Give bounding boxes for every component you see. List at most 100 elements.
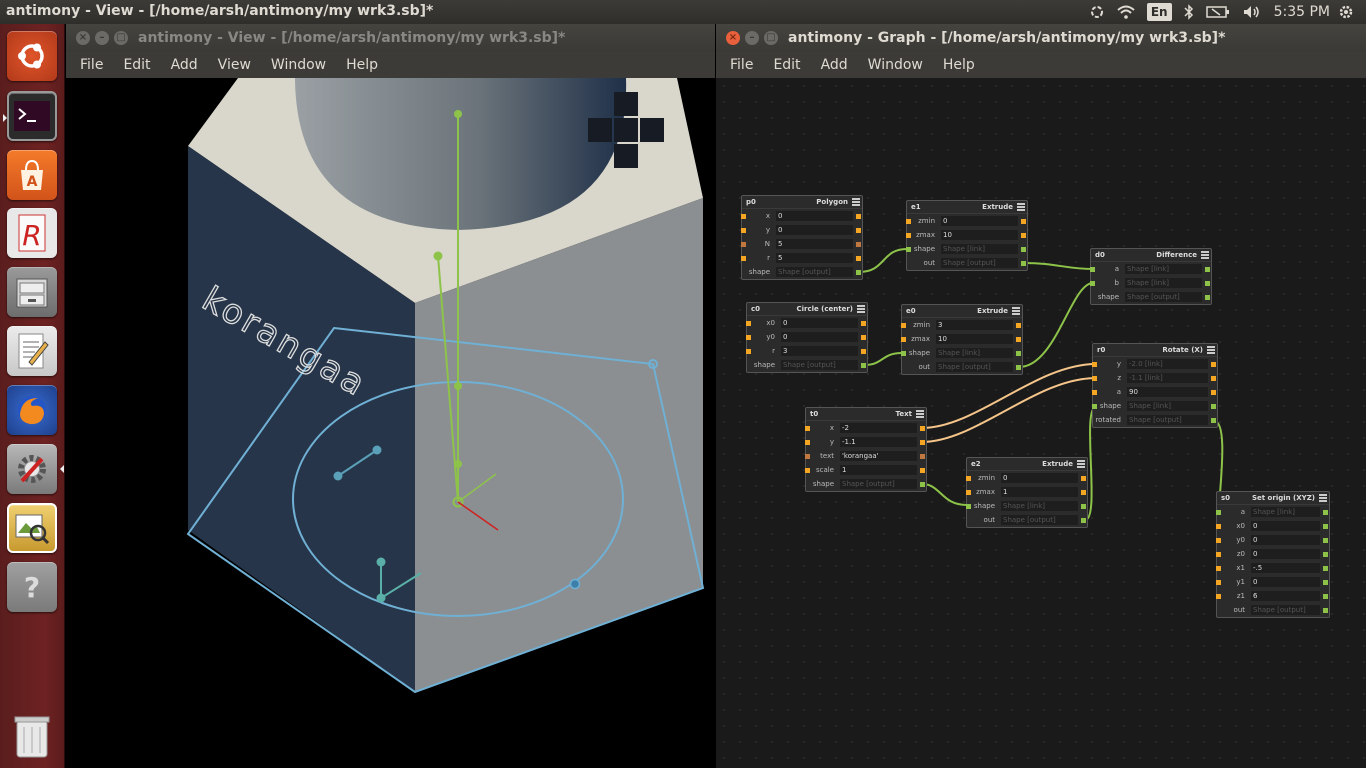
node-header[interactable]: e0 Extrude [902, 305, 1022, 318]
output-port[interactable] [1211, 418, 1216, 423]
circle-edge-handle[interactable] [569, 578, 581, 590]
param-value-field[interactable]: Shape [link] [1125, 278, 1202, 288]
param-value-field[interactable]: Shape [output] [1125, 292, 1202, 302]
maximize-button[interactable]: □ [114, 31, 128, 45]
output-port[interactable] [1211, 362, 1216, 367]
rstudio-launcher[interactable]: R [7, 208, 57, 258]
sync-icon[interactable] [1089, 4, 1105, 20]
text-rotation-handle[interactable] [372, 445, 382, 455]
node-s0-set-origin[interactable]: s0 Set origin (XYZ) a Shape [link] x0 0 y0 0… [1216, 491, 1330, 618]
node-header[interactable]: t0 Text [806, 408, 926, 421]
output-port[interactable] [1323, 566, 1328, 571]
minimize-button[interactable]: – [745, 31, 759, 45]
output-port[interactable] [1016, 323, 1021, 328]
power-gear-icon[interactable] [1338, 4, 1354, 20]
output-port[interactable] [1323, 538, 1328, 543]
node-d0-difference[interactable]: d0 Difference a Shape [link] b Shape [link]… [1090, 248, 1212, 305]
minimize-button[interactable]: – [95, 31, 109, 45]
menu-window[interactable]: Window [858, 57, 933, 73]
output-port[interactable] [1016, 365, 1021, 370]
node-header[interactable]: p0 Polygon [742, 196, 862, 209]
output-port[interactable] [1211, 390, 1216, 395]
menu-edit[interactable]: Edit [113, 57, 160, 73]
output-port[interactable] [861, 349, 866, 354]
output-port[interactable] [1016, 337, 1021, 342]
menu-file[interactable]: File [720, 57, 763, 73]
output-port[interactable] [856, 228, 861, 233]
node-header[interactable]: e1 Extrude [907, 201, 1027, 214]
output-port[interactable] [920, 440, 925, 445]
param-value-field[interactable]: Shape [output] [941, 258, 1018, 268]
node-menu-icon[interactable] [1207, 346, 1215, 354]
maximize-button[interactable]: □ [764, 31, 778, 45]
node-e1-extrude[interactable]: e1 Extrude zmin 0 zmax 10 shape Shape [link]… [906, 200, 1028, 271]
node-header[interactable]: d0 Difference [1091, 249, 1211, 262]
node-menu-icon[interactable] [1319, 494, 1327, 502]
close-button[interactable]: × [726, 31, 740, 45]
output-port[interactable] [1323, 580, 1328, 585]
param-value-field[interactable]: 0 [1251, 521, 1320, 531]
param-value-field[interactable]: 0 [1001, 473, 1078, 483]
node-e2-extrude[interactable]: e2 Extrude zmin 0 zmax 1 shape Shape [link] … [966, 457, 1088, 528]
node-menu-icon[interactable] [1077, 460, 1085, 468]
firefox-launcher[interactable] [7, 385, 57, 435]
output-port[interactable] [1211, 404, 1216, 409]
param-value-field[interactable]: 0 [776, 211, 853, 221]
output-port[interactable] [1021, 247, 1026, 252]
param-value-field[interactable]: 0 [941, 216, 1018, 226]
param-value-field[interactable]: 0 [781, 318, 858, 328]
output-port[interactable] [1205, 281, 1210, 286]
node-e0-extrude[interactable]: e0 Extrude zmin 3 zmax 10 shape Shape [link]… [901, 304, 1023, 375]
output-port[interactable] [1205, 267, 1210, 272]
origin-base-handle[interactable] [376, 593, 386, 603]
param-value-field[interactable]: Shape [output] [781, 360, 858, 370]
output-port[interactable] [856, 270, 861, 275]
terminal-launcher[interactable] [3, 91, 57, 141]
node-menu-icon[interactable] [857, 305, 865, 313]
zmin-handle-2[interactable] [454, 460, 462, 468]
help-launcher[interactable]: ? [7, 562, 57, 612]
output-port[interactable] [861, 321, 866, 326]
clock[interactable]: 5:35 PM [1274, 4, 1330, 20]
output-port[interactable] [861, 363, 866, 368]
param-value-field[interactable]: Shape [output] [840, 479, 917, 489]
output-port[interactable] [920, 482, 925, 487]
output-port[interactable] [1211, 376, 1216, 381]
param-value-field[interactable]: 0 [1251, 577, 1320, 587]
param-value-field[interactable]: -2 [840, 423, 917, 433]
output-port[interactable] [1323, 594, 1328, 599]
bluetooth-icon[interactable] [1184, 4, 1194, 20]
node-menu-icon[interactable] [1012, 307, 1020, 315]
output-port[interactable] [1016, 351, 1021, 356]
node-header[interactable]: s0 Set origin (XYZ) [1217, 492, 1329, 505]
param-value-field[interactable]: 1 [1001, 487, 1078, 497]
image-viewer-launcher[interactable] [7, 503, 57, 553]
menu-help[interactable]: Help [933, 57, 985, 73]
menu-edit[interactable]: Edit [763, 57, 810, 73]
node-menu-icon[interactable] [852, 198, 860, 206]
output-port[interactable] [1323, 510, 1328, 515]
param-value-field[interactable]: 3 [781, 346, 858, 356]
param-value-field[interactable]: -2.0 [link] [1127, 359, 1208, 369]
node-menu-icon[interactable] [916, 410, 924, 418]
node-c0-circle[interactable]: c0 Circle (center) x0 0 y0 0 r3 shape Shape … [746, 302, 868, 373]
output-port[interactable] [856, 242, 861, 247]
text-position-handle[interactable] [333, 471, 343, 481]
param-value-field[interactable]: -.5 [1251, 563, 1320, 573]
param-value-field[interactable]: -1.1 [840, 437, 917, 447]
view-titlebar[interactable]: × – □ antimony - View - [/home/arsh/anti… [66, 24, 715, 52]
output-port[interactable] [920, 454, 925, 459]
ubuntu-dash-button[interactable] [7, 31, 57, 81]
output-port[interactable] [1205, 295, 1210, 300]
text-editor-launcher[interactable] [7, 326, 57, 376]
param-value-field[interactable]: 10 [936, 334, 1013, 344]
param-value-field[interactable]: 6 [1251, 591, 1320, 601]
output-port[interactable] [1021, 233, 1026, 238]
param-value-field[interactable]: Shape [link] [936, 348, 1013, 358]
param-value-field[interactable]: 3 [936, 320, 1013, 330]
node-menu-icon[interactable] [1017, 203, 1025, 211]
system-settings-launcher[interactable] [7, 444, 64, 494]
output-port[interactable] [920, 468, 925, 473]
output-port[interactable] [1323, 608, 1328, 613]
output-port[interactable] [1323, 524, 1328, 529]
